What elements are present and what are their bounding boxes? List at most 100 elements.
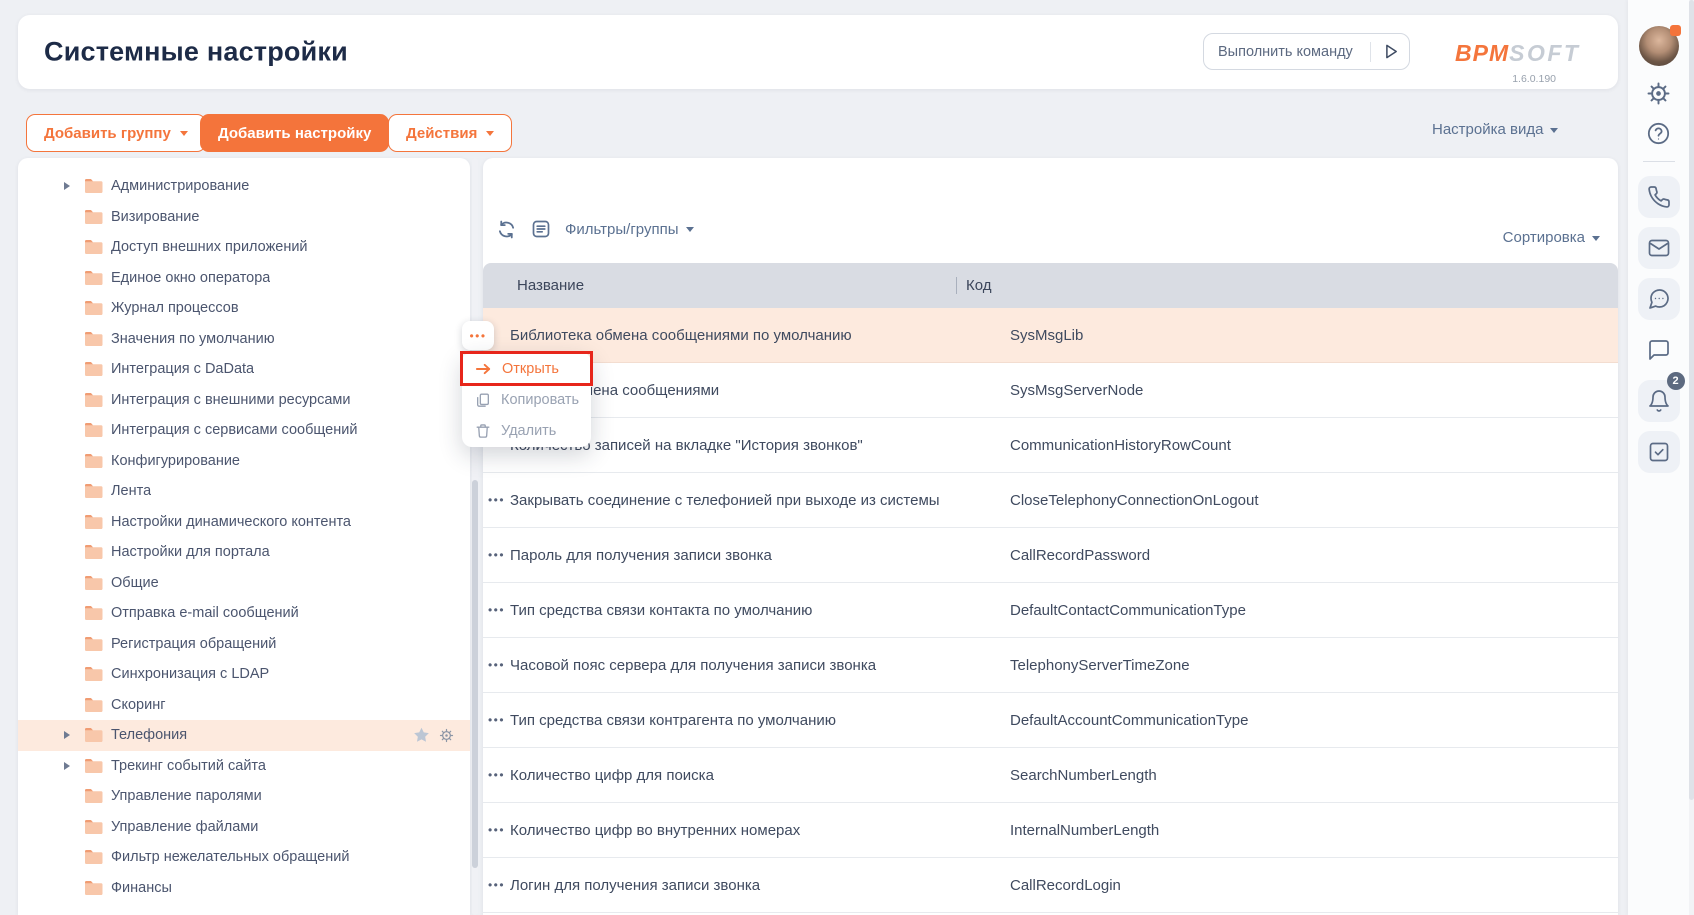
context-menu-item[interactable]: Открыть bbox=[462, 353, 591, 384]
table-row[interactable]: •••Логин для получения записи звонкаCall… bbox=[483, 858, 1618, 913]
tree-item[interactable]: Отправка e-mail сообщений bbox=[18, 598, 470, 629]
context-menu-item[interactable]: Удалить bbox=[462, 415, 591, 446]
view-settings-button[interactable]: Настройка вида bbox=[1432, 121, 1558, 138]
notification-count-badge: 2 bbox=[1667, 372, 1685, 390]
row-actions-button[interactable]: ••• bbox=[483, 493, 510, 507]
table-row[interactable]: •••Тип средства связи контрагента по умо… bbox=[483, 693, 1618, 748]
context-menu-item[interactable]: Копировать bbox=[462, 384, 591, 415]
folder-icon bbox=[84, 331, 111, 347]
tree-item[interactable]: Регистрация обращений bbox=[18, 629, 470, 660]
table-row[interactable]: •••Количество цифр для поискаSearchNumbe… bbox=[483, 748, 1618, 803]
table-row[interactable]: •••Сервер обмена сообщениямиSysMsgServer… bbox=[483, 363, 1618, 418]
tree-item[interactable]: Интеграция с внешними ресурсами bbox=[18, 385, 470, 416]
tree-item[interactable]: Журнал процессов bbox=[18, 293, 470, 324]
setting-name-cell: Часовой пояс сервера для получения запис… bbox=[510, 657, 1010, 674]
chevron-down-icon bbox=[686, 227, 694, 236]
notifications-button[interactable]: 2 bbox=[1638, 380, 1680, 422]
tree-item-label: Телефония bbox=[111, 727, 187, 743]
setting-name-cell: Библиотека обмена сообщениями по умолчан… bbox=[510, 327, 1010, 344]
tree-item-label: Доступ внешних приложений bbox=[111, 239, 308, 255]
row-actions-button[interactable]: ••• bbox=[483, 768, 510, 782]
filter-list-icon[interactable] bbox=[530, 218, 552, 240]
tree-item[interactable]: Конфигурирование bbox=[18, 446, 470, 477]
folder-icon bbox=[84, 544, 111, 560]
command-input[interactable] bbox=[1204, 44, 1370, 60]
table-row[interactable]: •••Часовой пояс сервера для получения за… bbox=[483, 638, 1618, 693]
tree-item[interactable]: Управление файлами bbox=[18, 812, 470, 843]
bpmsoft-logo: BPMSOFT bbox=[1455, 42, 1580, 65]
table-row[interactable]: Библиотека обмена сообщениями по умолчан… bbox=[483, 308, 1618, 363]
tree-item[interactable]: Настройки динамического контента bbox=[18, 507, 470, 538]
add-setting-button[interactable]: Добавить настройку bbox=[200, 114, 389, 152]
chevron-down-icon bbox=[486, 131, 494, 140]
setting-name-cell: Логин для получения записи звонка bbox=[510, 877, 1010, 894]
expand-arrow-icon[interactable] bbox=[64, 182, 84, 190]
phone-button[interactable] bbox=[1638, 176, 1680, 218]
check-square-icon bbox=[1647, 440, 1671, 464]
row-actions-button[interactable]: ••• bbox=[483, 823, 510, 837]
row-actions-button[interactable]: ••• bbox=[483, 878, 510, 892]
column-header-code[interactable]: Код bbox=[957, 277, 992, 294]
favorite-star-icon[interactable] bbox=[413, 727, 430, 743]
table-row[interactable]: •••Тип средства связи контакта по умолча… bbox=[483, 583, 1618, 638]
messenger-button[interactable] bbox=[1638, 278, 1680, 320]
tree-item[interactable]: Администрирование bbox=[18, 171, 470, 202]
tree-item-label: Настройки динамического контента bbox=[111, 514, 351, 530]
view-settings-label: Настройка вида bbox=[1432, 121, 1543, 138]
table-row[interactable]: •••Пароль для получения записи звонкаCal… bbox=[483, 528, 1618, 583]
row-actions-button[interactable]: ••• bbox=[483, 713, 510, 727]
table-row[interactable]: •••Закрывать соединение с телефонией при… bbox=[483, 473, 1618, 528]
tree-item[interactable]: Интеграция с сервисами сообщений bbox=[18, 415, 470, 446]
setting-name-cell: Тип средства связи контакта по умолчанию bbox=[510, 602, 1010, 619]
sort-button[interactable]: Сортировка bbox=[1500, 229, 1600, 246]
filters-groups-button[interactable]: Фильтры/группы bbox=[565, 221, 694, 238]
filters-groups-label: Фильтры/группы bbox=[565, 221, 679, 238]
table-row[interactable]: •••Количество записей на вкладке "Истори… bbox=[483, 418, 1618, 473]
column-header-name[interactable]: Название bbox=[483, 277, 956, 294]
list-toolbar: Фильтры/группы bbox=[496, 218, 694, 240]
tree-item[interactable]: Доступ внешних приложений bbox=[18, 232, 470, 263]
tree-item[interactable]: Фильтр нежелательных обращений bbox=[18, 842, 470, 873]
tree-item[interactable]: Визирование bbox=[18, 202, 470, 233]
avatar[interactable] bbox=[1639, 26, 1679, 66]
tree-item[interactable]: Финансы bbox=[18, 873, 470, 904]
row-actions-button[interactable]: ••• bbox=[483, 603, 510, 617]
table-row[interactable]: •••Количество цифр во внутренних номерах… bbox=[483, 803, 1618, 858]
row-actions-button[interactable]: ••• bbox=[483, 658, 510, 672]
actions-button[interactable]: Действия bbox=[388, 114, 512, 152]
header-card: Системные настройки BPMSOFT 1.6.0.190 bbox=[18, 15, 1618, 89]
tree-item[interactable]: Лента bbox=[18, 476, 470, 507]
mail-button[interactable] bbox=[1638, 227, 1680, 269]
tree-item[interactable]: Трекинг событий сайта bbox=[18, 751, 470, 782]
chat-button[interactable] bbox=[1638, 329, 1680, 371]
tree-item[interactable]: Интеграция с DaData bbox=[18, 354, 470, 385]
tree-item[interactable]: Настройки для портала bbox=[18, 537, 470, 568]
chat-icon bbox=[1647, 338, 1671, 362]
tree-item[interactable]: Общие bbox=[18, 568, 470, 599]
tree-item-label: Управление файлами bbox=[111, 819, 258, 835]
folder-icon bbox=[84, 788, 111, 804]
page-scrollbar-thumb[interactable] bbox=[1689, 0, 1694, 800]
setting-code-cell: CallRecordPassword bbox=[1010, 547, 1618, 564]
row-actions-chip[interactable]: ••• bbox=[462, 321, 494, 350]
tree-item[interactable]: Синхронизация с LDAP bbox=[18, 659, 470, 690]
tree-item[interactable]: Значения по умолчанию bbox=[18, 324, 470, 355]
tree-item[interactable]: Единое окно оператора bbox=[18, 263, 470, 294]
expand-arrow-icon[interactable] bbox=[64, 762, 84, 770]
tree-item-label: Визирование bbox=[111, 209, 199, 225]
tree-item[interactable]: Управление паролями bbox=[18, 781, 470, 812]
tree-item[interactable]: Телефония bbox=[18, 720, 470, 751]
run-command-button[interactable] bbox=[1371, 34, 1409, 69]
tree-item[interactable]: Скоринг bbox=[18, 690, 470, 721]
tasks-button[interactable] bbox=[1638, 431, 1680, 473]
row-actions-button[interactable]: ••• bbox=[483, 548, 510, 562]
tree-scrollbar-thumb[interactable] bbox=[472, 480, 478, 868]
add-group-button[interactable]: Добавить группу bbox=[26, 114, 206, 152]
group-settings-gear-icon[interactable] bbox=[439, 728, 454, 743]
folder-icon bbox=[84, 605, 111, 621]
setting-code-cell: SysMsgLib bbox=[1010, 327, 1618, 344]
help-icon[interactable] bbox=[1646, 121, 1671, 146]
refresh-icon[interactable] bbox=[496, 219, 517, 240]
expand-arrow-icon[interactable] bbox=[64, 731, 84, 739]
settings-gear-icon[interactable] bbox=[1646, 81, 1671, 106]
